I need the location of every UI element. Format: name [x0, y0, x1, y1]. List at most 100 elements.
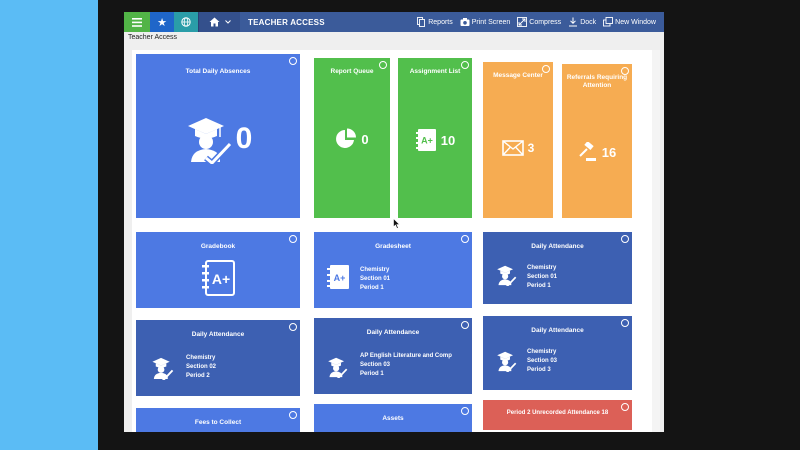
- referrals-count: 16: [601, 144, 617, 160]
- compress-button[interactable]: Compress: [517, 17, 561, 27]
- tile-referrals[interactable]: Referrals Requiring Attention 16: [562, 64, 632, 218]
- header-actions: Reports Print Screen Compress Dock New W…: [416, 12, 656, 32]
- new-window-icon: [603, 17, 614, 27]
- chevron-down-icon: [224, 20, 231, 24]
- tile-title: Referrals Requiring Attention: [566, 74, 628, 89]
- tile-title: Daily Attendance: [366, 329, 420, 336]
- tile-title: Daily Attendance: [191, 331, 245, 338]
- message-center-count: 3: [527, 141, 535, 155]
- reports-button[interactable]: Reports: [416, 17, 453, 27]
- graduate-check-icon: [152, 357, 174, 380]
- svg-text:A+: A+: [334, 273, 346, 283]
- tile-body: A+: [136, 260, 300, 296]
- gear-icon[interactable]: [289, 411, 297, 419]
- globe-button[interactable]: [174, 12, 198, 32]
- dock-label: Dock: [580, 18, 597, 26]
- tile-gradebook[interactable]: Gradebook A+: [136, 232, 300, 308]
- tile-title: Period 2 Unrecorded Attendance 18: [506, 410, 609, 416]
- gradebook-icon: A+: [327, 265, 349, 289]
- tile-title: Gradesheet: [375, 243, 411, 250]
- app-title: TEACHER ACCESS: [248, 17, 325, 27]
- envelope-icon: [501, 140, 524, 156]
- tile-fees-to-collect[interactable]: Fees to Collect: [136, 408, 300, 432]
- gradebook-icon: A+: [202, 260, 235, 296]
- tile-title: Message Center: [493, 72, 543, 79]
- section-name: Section 01: [527, 274, 558, 280]
- compress-icon: [517, 17, 528, 27]
- assignment-list-count: 10: [440, 132, 456, 148]
- tile-daily-attendance-4[interactable]: Daily Attendance Chemistry Section 03 Pe…: [483, 316, 632, 390]
- home-button[interactable]: [198, 12, 240, 32]
- tile-title: Assets: [382, 415, 404, 422]
- period-name: Period 1: [360, 285, 384, 291]
- favorites-button[interactable]: ★: [150, 12, 174, 32]
- globe-icon: [181, 17, 191, 27]
- new-window-button[interactable]: New Window: [603, 17, 656, 27]
- tile-details: Chemistry Section 01 Period 1: [527, 264, 557, 291]
- gavel-icon: [579, 142, 596, 161]
- tile-unrecorded-attendance[interactable]: Period 2 Unrecorded Attendance 18: [483, 400, 632, 430]
- section-name: Section 01: [360, 276, 391, 282]
- tile-body: 0: [314, 128, 390, 150]
- dock-button[interactable]: Dock: [568, 17, 596, 27]
- gear-icon[interactable]: [621, 319, 629, 327]
- gear-icon[interactable]: [461, 407, 469, 415]
- print-screen-button[interactable]: Print Screen: [460, 17, 511, 27]
- tile-message-center[interactable]: Message Center 3: [483, 62, 553, 218]
- breadcrumb: Teacher Access: [128, 34, 178, 41]
- course-name: Chemistry: [360, 267, 390, 273]
- hamburger-icon: [132, 17, 142, 27]
- period-name: Period 1: [527, 283, 551, 289]
- tile-assets[interactable]: Assets: [314, 404, 472, 432]
- tile-title: Assignment List: [409, 68, 461, 75]
- gear-icon[interactable]: [461, 235, 469, 243]
- section-name: Section 03: [527, 358, 558, 364]
- tile-gradesheet[interactable]: Gradesheet A+ Chemistry Section 01 Perio…: [314, 232, 472, 308]
- tile-body: 0: [136, 114, 300, 164]
- period-name: Period 3: [527, 367, 551, 373]
- svg-text:A+: A+: [212, 271, 230, 287]
- gear-icon[interactable]: [289, 323, 297, 331]
- gear-icon[interactable]: [621, 235, 629, 243]
- reports-label: Reports: [428, 18, 453, 26]
- vertical-scrollbar[interactable]: [652, 50, 660, 432]
- tile-details: Chemistry Section 01 Period 1: [360, 266, 390, 293]
- tile-report-queue[interactable]: Report Queue 0: [314, 58, 390, 218]
- tile-daily-attendance-3[interactable]: Daily Attendance AP English Literature a…: [314, 318, 472, 394]
- graduate-check-icon: [497, 351, 517, 372]
- tile-details: Chemistry Section 02 Period 2: [186, 354, 216, 381]
- print-screen-label: Print Screen: [471, 18, 511, 26]
- home-icon: [209, 17, 219, 27]
- graduate-check-icon: [497, 265, 517, 286]
- graduate-check-icon: [328, 357, 348, 378]
- reports-icon: [417, 17, 426, 27]
- tile-title: Daily Attendance: [531, 243, 584, 250]
- tile-details: Chemistry Section 03 Period 3: [527, 348, 557, 375]
- tile-title: Total Daily Absences: [185, 68, 251, 75]
- tile-total-daily-absences[interactable]: Total Daily Absences 0: [136, 54, 300, 218]
- tile-daily-attendance-2[interactable]: Daily Attendance Chemistry Section 02 Pe…: [136, 320, 300, 396]
- dashboard: Total Daily Absences 0 Report Queue 0 As…: [132, 50, 652, 432]
- tile-body: 3: [483, 140, 553, 156]
- tile-title: Gradebook: [200, 243, 236, 250]
- tile-title: Report Queue: [330, 68, 374, 75]
- course-name: Chemistry: [527, 349, 557, 355]
- course-name: Chemistry: [527, 265, 557, 271]
- tile-daily-attendance-1[interactable]: Daily Attendance Chemistry Section 01 Pe…: [483, 232, 632, 304]
- pie-chart-icon: [336, 128, 357, 148]
- star-icon: ★: [157, 16, 167, 29]
- compress-label: Compress: [529, 18, 562, 26]
- gear-icon[interactable]: [289, 57, 297, 65]
- period-name: Period 1: [360, 371, 384, 377]
- gear-icon[interactable]: [461, 321, 469, 329]
- gradebook-icon: A+: [415, 129, 436, 151]
- graduate-check-icon: [187, 118, 232, 164]
- section-name: Section 02: [186, 364, 217, 370]
- menu-button[interactable]: [124, 12, 150, 32]
- top-bar: ★ TEACHER ACCESS Reports Print Screen Co…: [124, 12, 664, 32]
- camera-icon: [460, 18, 470, 26]
- tile-assignment-list[interactable]: Assignment List A+ 10: [398, 58, 472, 218]
- gear-icon[interactable]: [289, 235, 297, 243]
- dock-icon: [569, 17, 578, 27]
- course-name: Chemistry: [186, 355, 216, 361]
